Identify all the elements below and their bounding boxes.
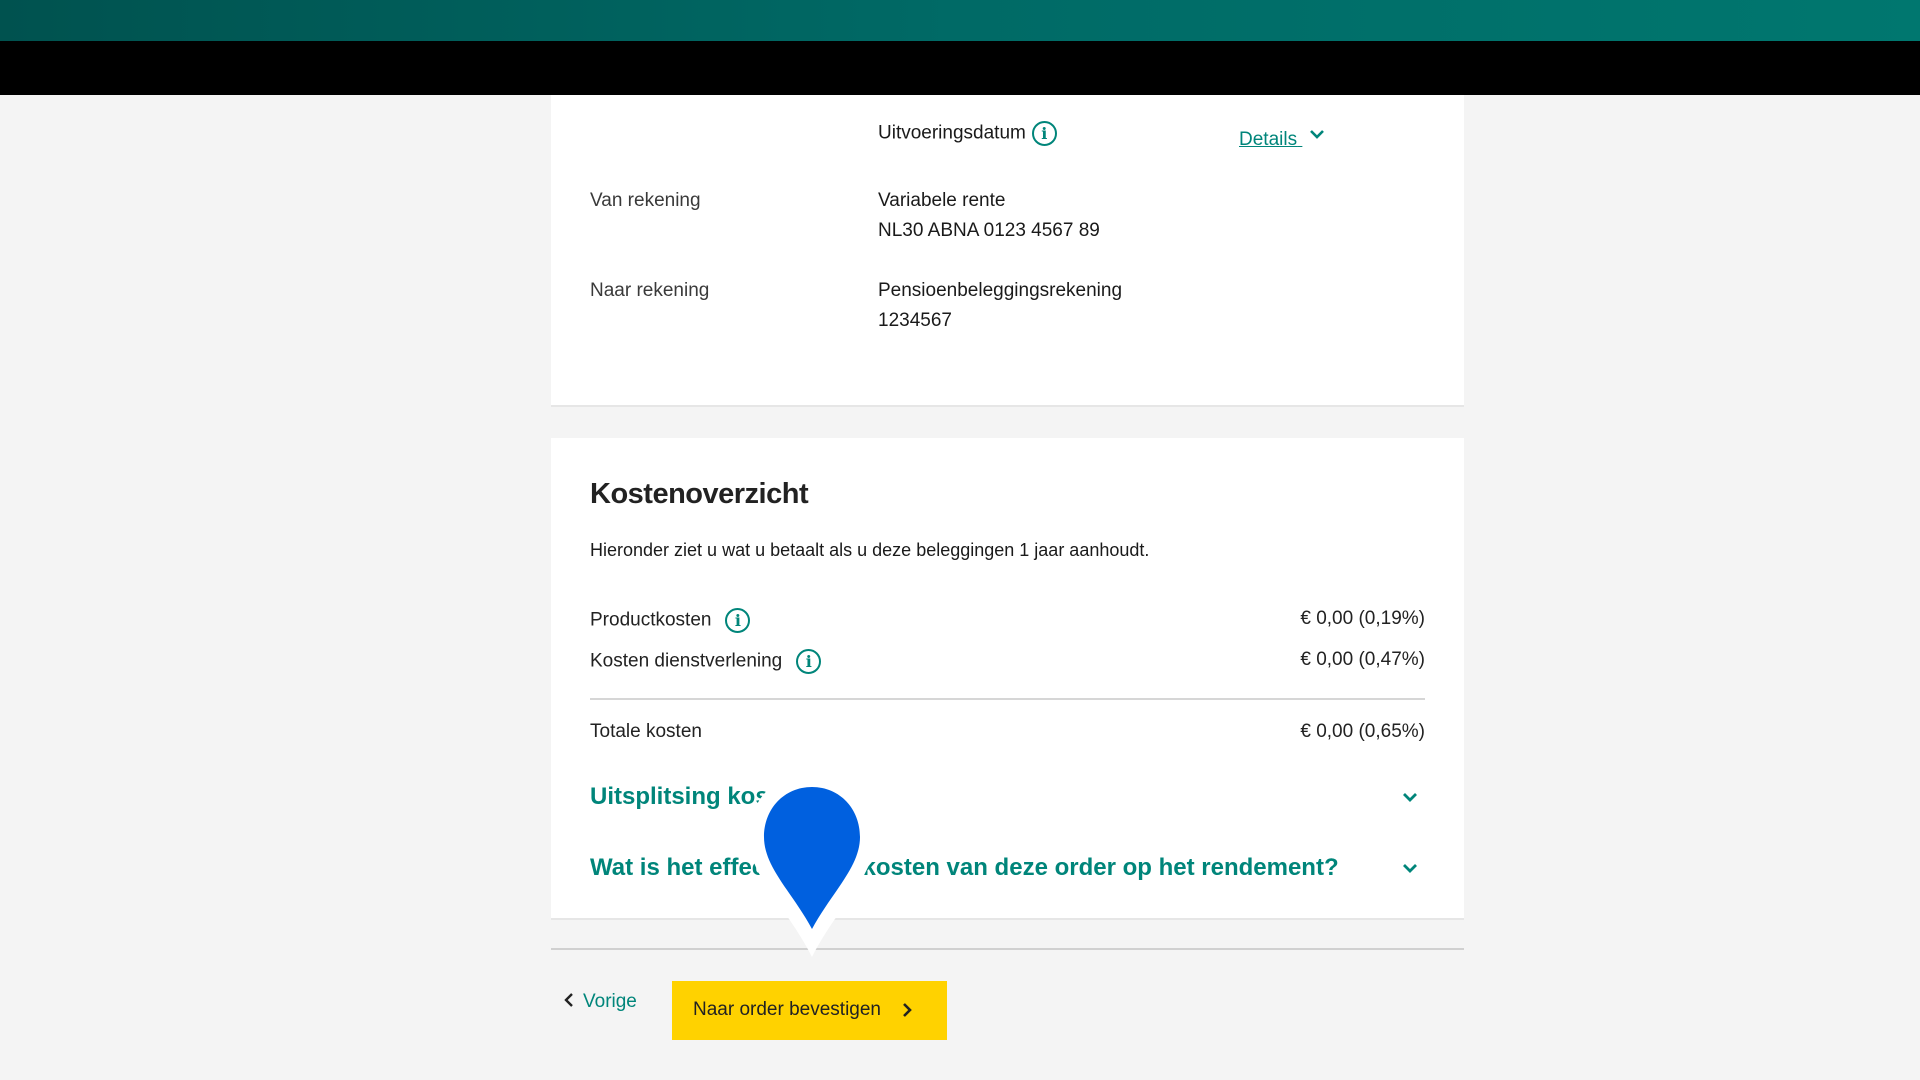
execution-date-label: Uitvoeringsdatum xyxy=(878,122,1026,144)
cost-overview-intro: Hieronder ziet u wat u betaalt als u dez… xyxy=(590,540,1150,560)
accordion-cost-breakdown[interactable]: Uitsplitsing kosten xyxy=(590,777,1425,817)
to-account-name: Pensioenbeleggingsrekening xyxy=(878,280,1123,301)
chevron-down-icon xyxy=(1403,793,1417,802)
cost-row-label-wrap: Kosten dienstverlening i xyxy=(590,649,822,674)
accordion-title: Wat is het effect van de kosten van deze… xyxy=(590,854,1339,881)
from-account-label: Van rekening xyxy=(590,190,701,211)
info-icon[interactable]: i xyxy=(725,608,751,633)
cost-divider xyxy=(590,698,1425,700)
map-pin-icon xyxy=(749,772,875,957)
from-account-name: Variabele rente xyxy=(878,190,1006,211)
cost-overview-title: Kostenoverzicht xyxy=(590,478,809,510)
details-link-label: Details xyxy=(1239,129,1298,150)
cost-row-label: Productkosten xyxy=(590,609,712,631)
order-summary-card: Uitvoeringsdatum i Details Van rekening V… xyxy=(551,95,1464,407)
details-link[interactable]: Details xyxy=(1239,129,1326,151)
cost-row-product: Productkosten i € 0,00 (0,19%) xyxy=(590,605,1425,635)
back-button-label: Vorige xyxy=(583,991,637,1012)
confirm-order-button[interactable]: Naar order bevestigen xyxy=(672,981,947,1040)
cost-row-value: € 0,00 (0,47%) xyxy=(1300,649,1425,670)
chevron-down-icon xyxy=(1403,864,1417,873)
back-button[interactable]: Vorige xyxy=(563,991,637,1013)
info-icon[interactable]: i xyxy=(1031,121,1057,146)
cost-row-label: Kosten dienstverlening xyxy=(590,650,783,672)
chevron-left-icon xyxy=(564,993,573,1007)
from-account-number: NL30 ABNA 0123 4567 89 xyxy=(878,220,1100,241)
footer-divider xyxy=(551,948,1464,950)
confirm-order-label: Naar order bevestigen xyxy=(693,999,881,1021)
chevron-down-icon xyxy=(1310,130,1325,139)
cost-row-label-wrap: Productkosten i xyxy=(590,608,751,633)
to-account-label: Naar rekening xyxy=(590,280,710,301)
chevron-right-icon xyxy=(903,1003,913,1018)
accordion-cost-effect[interactable]: Wat is het effect van de kosten van deze… xyxy=(590,848,1425,888)
black-navigation-bar xyxy=(0,41,1920,95)
execution-date-row: Uitvoeringsdatum i xyxy=(878,121,1057,146)
top-header-bar xyxy=(0,0,1920,41)
total-cost-label: Totale kosten xyxy=(590,721,702,742)
total-cost-value: € 0,00 (0,65%) xyxy=(1300,721,1425,742)
to-account-number: 1234567 xyxy=(878,310,952,331)
cost-row-service: Kosten dienstverlening i € 0,00 (0,47%) xyxy=(590,646,1425,676)
cost-overview-card: Kostenoverzicht Hieronder ziet u wat u b… xyxy=(551,438,1464,920)
info-icon[interactable]: i xyxy=(796,649,822,674)
cost-row-total: Totale kosten € 0,00 (0,65%) xyxy=(590,718,1425,748)
cost-row-value: € 0,00 (0,19%) xyxy=(1300,608,1425,629)
